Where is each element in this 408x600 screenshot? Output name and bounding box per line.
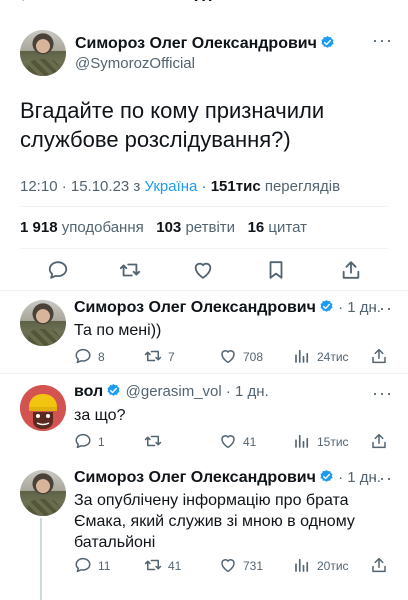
like-icon (219, 347, 237, 365)
share-icon[interactable] (370, 432, 388, 450)
reply-count[interactable]: 1 (74, 432, 105, 450)
views-icon (293, 347, 311, 365)
reply-author[interactable]: Симороз Олег Олександрович · 1 дн. (74, 469, 381, 487)
tweet-meta: 12:10 · 15.10.23 з Україна · 151тис пере… (20, 178, 341, 195)
verified-icon (320, 35, 335, 50)
more-icon[interactable]: ··· (372, 30, 393, 51)
like-icon[interactable] (192, 259, 214, 281)
views-count[interactable]: 20тис (293, 556, 349, 574)
share-icon[interactable] (370, 556, 388, 574)
avatar[interactable] (20, 470, 66, 516)
author-name[interactable]: Симороз Олег Олександрович (75, 35, 335, 53)
views-count[interactable]: 15тис (293, 432, 349, 450)
views-count[interactable]: 24тис (293, 347, 349, 365)
divider (20, 206, 388, 207)
reply-actions: 1 41 15тис (74, 432, 394, 450)
avatar[interactable] (20, 300, 66, 346)
reply-actions: 11 41 731 20тис (74, 556, 394, 574)
reply-icon (74, 432, 92, 450)
tweet-text: Вгадайте по кому призначили службове роз… (20, 98, 325, 152)
reply-text: Та по мені)) (74, 322, 162, 339)
reply-text: За опублічену інформацію про брата Ємака… (74, 492, 355, 551)
like-count[interactable]: 41 (219, 432, 256, 450)
location-link[interactable]: Україна (144, 178, 197, 195)
like-count[interactable]: 708 (219, 347, 263, 365)
reply-text: за що? (74, 407, 126, 424)
divider (0, 290, 408, 291)
reply-author[interactable]: вол @gerasim_vol · 1 дн. (74, 383, 269, 401)
avatar[interactable] (20, 385, 66, 431)
divider (20, 248, 388, 249)
thread-line (40, 518, 42, 600)
engagement-stats[interactable]: 1 918 уподобання 103 ретвіти 16 цитат (20, 219, 307, 236)
like-icon (219, 432, 237, 450)
reply-author[interactable]: Симороз Олег Олександрович · 1 дн. (74, 299, 381, 317)
more-icon[interactable]: ··· (372, 298, 393, 319)
retweet-icon (144, 556, 162, 574)
reply-icon[interactable] (47, 259, 69, 281)
reply-icon (74, 347, 92, 365)
retweet-icon[interactable] (119, 259, 141, 281)
share-icon[interactable] (370, 347, 388, 365)
avatar-face-icon (20, 385, 66, 431)
reply-icon (74, 556, 92, 574)
retweet-count[interactable]: 7 (144, 347, 175, 365)
share-icon[interactable] (340, 259, 362, 281)
retweet-icon (144, 347, 162, 365)
views-icon (293, 432, 311, 450)
verified-icon (106, 383, 121, 398)
divider (0, 373, 408, 374)
reply-count[interactable]: 8 (74, 347, 105, 365)
retweet-icon (144, 432, 162, 450)
more-icon[interactable]: ··· (372, 468, 393, 489)
author-handle[interactable]: @SymorozOfficial (75, 55, 195, 72)
reply-count[interactable]: 11 (74, 556, 110, 574)
retweet-count[interactable]: 41 (144, 556, 181, 574)
retweet-count[interactable] (144, 432, 168, 450)
like-count[interactable]: 731 (219, 556, 263, 574)
verified-icon (319, 299, 334, 314)
bookmark-icon[interactable] (265, 259, 287, 281)
views-icon (293, 556, 311, 574)
reply-actions: 8 7 708 24тис (74, 347, 394, 365)
like-icon (219, 556, 237, 574)
verified-icon (319, 469, 334, 484)
avatar[interactable] (20, 30, 66, 76)
more-icon[interactable]: ··· (372, 383, 393, 404)
top-bar: < Пт (0, 0, 408, 6)
page-title: Пт (0, 0, 408, 6)
